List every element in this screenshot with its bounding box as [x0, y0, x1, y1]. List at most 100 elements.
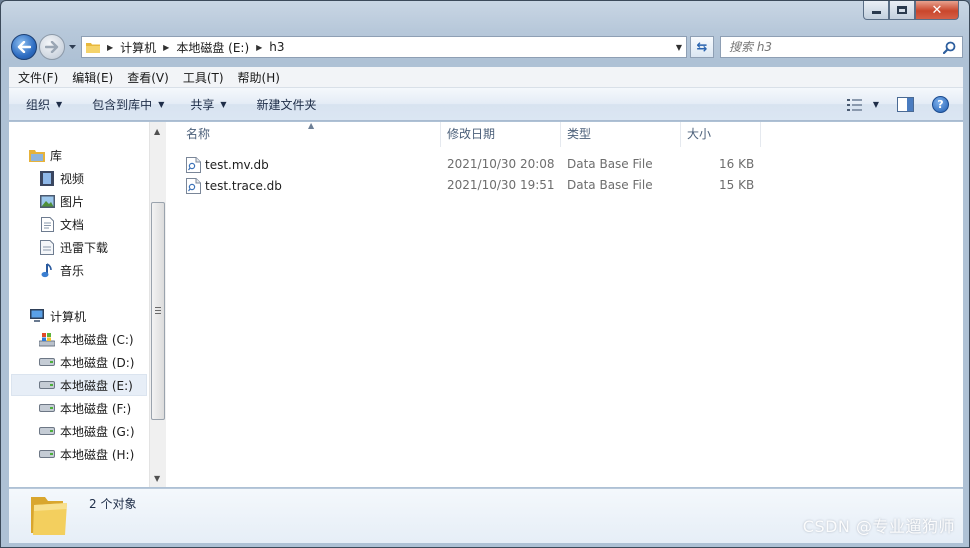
details-view-icon	[846, 98, 862, 111]
breadcrumb-computer[interactable]: 计算机	[120, 39, 156, 56]
file-type: Data Base File	[567, 157, 653, 171]
menu-file[interactable]: 文件(F)	[13, 69, 63, 86]
organize-button[interactable]: 组织 ▼	[15, 88, 73, 120]
computer-icon	[29, 308, 45, 324]
minimize-icon	[871, 11, 881, 14]
chevron-down-icon: ▼	[56, 99, 63, 109]
navigation-pane: 库 视频 图片 文档 迅雷下载 音乐 计算机 本地磁盘 (C:) 本地磁盘 (D…	[9, 122, 149, 487]
nav-drive-h[interactable]: 本地磁盘 (H:)	[39, 443, 134, 465]
recent-pages-dropdown-icon[interactable]	[68, 42, 77, 51]
search-input[interactable]	[729, 40, 939, 54]
maximize-icon	[897, 6, 907, 14]
file-modified: 2021/10/30 19:51	[447, 178, 555, 192]
file-row[interactable]: test.mv.db 2021/10/30 20:08 Data Base Fi…	[166, 154, 963, 175]
nav-drive-d[interactable]: 本地磁盘 (D:)	[39, 351, 134, 373]
file-list: ▲ 名称 修改日期 类型 大小 test.mv.db 2021/10/30 20…	[166, 121, 963, 487]
nav-drive-h-label: 本地磁盘 (H:)	[60, 447, 135, 462]
breadcrumb-h3[interactable]: h3	[269, 40, 284, 54]
scroll-thumb[interactable]	[151, 202, 165, 420]
file-size: 15 KB	[719, 178, 755, 192]
document-icon	[39, 216, 55, 232]
library-icon	[29, 147, 45, 163]
nav-videos[interactable]: 视频	[39, 167, 84, 189]
search-icon[interactable]	[943, 41, 956, 54]
include-in-library-button[interactable]: 包含到库中 ▼	[81, 88, 175, 120]
menu-bar: 文件(F) 编辑(E) 查看(V) 工具(T) 帮助(H)	[9, 67, 963, 88]
watermark: CSDN @专业遛狗师	[802, 517, 955, 536]
forward-button[interactable]	[39, 34, 65, 60]
address-dropdown-icon[interactable]: ▼	[676, 43, 682, 52]
nav-drive-e-label: 本地磁盘 (E:)	[60, 378, 133, 393]
nav-drive-g[interactable]: 本地磁盘 (G:)	[39, 420, 135, 442]
download-folder-icon	[39, 239, 55, 255]
scroll-down-icon[interactable]: ▼	[154, 474, 160, 483]
system-drive-icon	[39, 331, 55, 347]
refresh-button[interactable]: ⇆	[690, 36, 714, 58]
help-icon[interactable]: ?	[932, 96, 949, 113]
column-header-size[interactable]: 大小	[681, 122, 761, 147]
drive-icon	[39, 423, 55, 439]
explorer-window: ✕ ▶ 计算机 ▶ 本地磁盘 (E:) ▶ h3 ▼ ⇆ 搜索 h3 文件(F)…	[0, 0, 970, 548]
column-headers: ▲ 名称 修改日期 类型 大小	[166, 121, 963, 147]
close-button[interactable]: ✕	[915, 1, 959, 20]
command-bar: 组织 ▼ 包含到库中 ▼ 共享 ▼ 新建文件夹 ▼ ?	[9, 88, 963, 121]
item-count: 2 个对象	[89, 497, 137, 511]
nav-videos-label: 视频	[60, 171, 85, 186]
scroll-up-icon[interactable]: ▲	[154, 127, 160, 136]
change-view-button[interactable]: ▼	[846, 98, 879, 111]
chevron-down-icon: ▼	[872, 100, 879, 109]
organize-label: 组织	[26, 97, 51, 112]
nav-thunder-downloads[interactable]: 迅雷下载	[39, 236, 108, 258]
nav-drive-g-label: 本地磁盘 (G:)	[60, 424, 135, 439]
nav-drive-f[interactable]: 本地磁盘 (F:)	[39, 397, 131, 419]
nav-documents[interactable]: 文档	[39, 213, 84, 235]
nav-drive-c-label: 本地磁盘 (C:)	[60, 332, 134, 347]
menu-view[interactable]: 查看(V)	[122, 69, 174, 86]
refresh-icon: ⇆	[696, 39, 708, 55]
forward-arrow-icon	[45, 41, 59, 53]
column-header-type[interactable]: 类型	[561, 122, 681, 147]
nav-computer-label: 计算机	[50, 309, 87, 324]
nav-libraries-label: 库	[50, 148, 63, 163]
maximize-button[interactable]	[889, 1, 915, 20]
breadcrumb-separator-icon[interactable]: ▶	[163, 43, 169, 52]
details-pane: 2 个对象 CSDN @专业遛狗师	[9, 488, 963, 543]
search-box[interactable]	[720, 36, 963, 58]
breadcrumb-separator-icon[interactable]: ▶	[256, 43, 262, 52]
music-icon	[39, 262, 55, 278]
back-arrow-icon	[17, 41, 31, 53]
address-bar[interactable]: ▶ 计算机 ▶ 本地磁盘 (E:) ▶ h3 ▼	[81, 36, 687, 58]
menu-tools[interactable]: 工具(T)	[178, 69, 229, 86]
share-button[interactable]: 共享 ▼	[179, 88, 237, 120]
nav-pictures[interactable]: 图片	[39, 190, 84, 212]
menu-edit[interactable]: 编辑(E)	[67, 69, 118, 86]
content-area: 库 视频 图片 文档 迅雷下载 音乐 计算机 本地磁盘 (C:) 本地磁盘 (D…	[9, 121, 963, 487]
nav-libraries[interactable]: 库	[29, 144, 62, 166]
file-name: test.mv.db	[205, 157, 269, 172]
new-folder-button[interactable]: 新建文件夹	[246, 88, 328, 120]
breadcrumb-drive-e[interactable]: 本地磁盘 (E:)	[176, 39, 249, 56]
menu-help[interactable]: 帮助(H)	[233, 69, 285, 86]
back-button[interactable]	[11, 34, 37, 60]
file-icon	[186, 177, 201, 194]
column-header-name[interactable]: 名称	[180, 122, 441, 147]
minimize-button[interactable]	[863, 1, 889, 20]
breadcrumb-separator-icon[interactable]: ▶	[107, 43, 113, 52]
grip-icon	[155, 307, 161, 316]
column-header-date[interactable]: 修改日期	[441, 122, 561, 147]
share-label: 共享	[190, 97, 215, 112]
close-icon: ✕	[931, 2, 943, 18]
nav-drive-e[interactable]: 本地磁盘 (E:)	[11, 374, 147, 396]
nav-computer[interactable]: 计算机	[29, 305, 86, 327]
drive-icon	[39, 377, 55, 393]
nav-music[interactable]: 音乐	[39, 259, 84, 281]
nav-pictures-label: 图片	[60, 194, 85, 209]
preview-pane-icon[interactable]	[897, 97, 914, 112]
nav-drive-d-label: 本地磁盘 (D:)	[60, 355, 135, 370]
nav-drive-c[interactable]: 本地磁盘 (C:)	[39, 328, 134, 350]
file-name-cell: test.mv.db	[186, 154, 269, 175]
file-row[interactable]: test.trace.db 2021/10/30 19:51 Data Base…	[166, 175, 963, 196]
navigation-scrollbar[interactable]: ▲ ▼	[149, 122, 166, 487]
navigation-row: ▶ 计算机 ▶ 本地磁盘 (E:) ▶ h3 ▼ ⇆	[9, 31, 963, 63]
video-icon	[39, 170, 55, 186]
